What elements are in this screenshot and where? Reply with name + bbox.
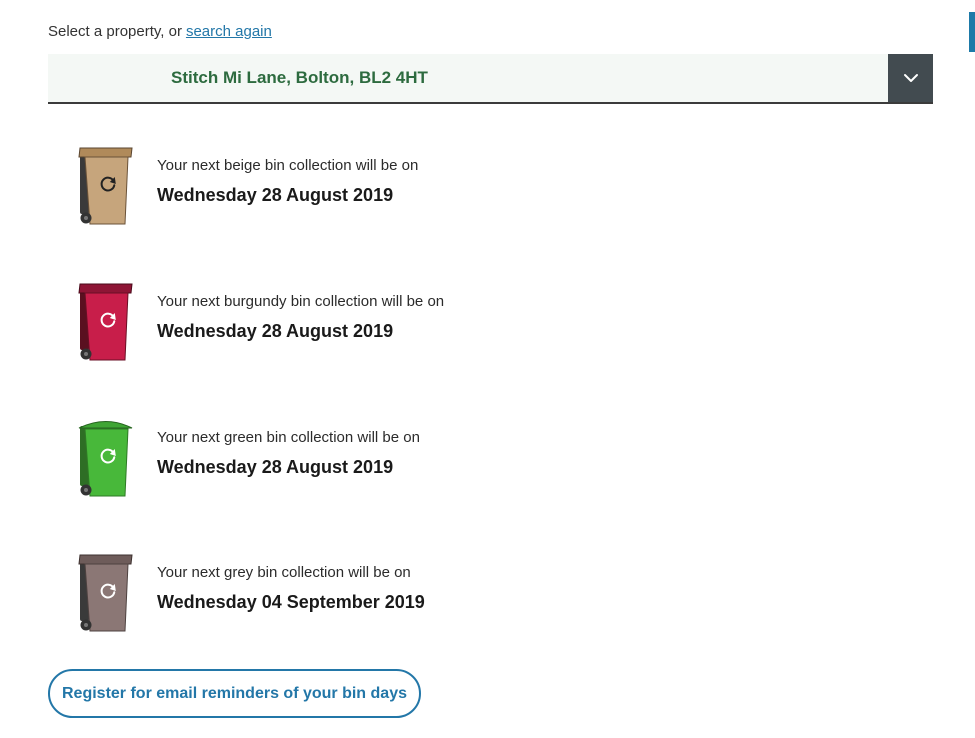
bin-collection-text: Your next green bin collection will be o…	[157, 428, 420, 479]
green-wheelie-bin-icon	[78, 421, 133, 497]
bin-collection-text: Your next grey bin collection will be on…	[157, 563, 425, 614]
bin-collection-date: Wednesday 28 August 2019	[157, 185, 394, 205]
burgundy-wheelie-bin-icon	[78, 283, 133, 361]
bin-collection-date: Wednesday 04 September 2019	[157, 592, 425, 612]
bin-collection-text: Your next burgundy bin collection will b…	[157, 292, 444, 343]
chevron-down-icon	[903, 74, 918, 82]
grey-wheelie-bin-icon	[78, 554, 133, 632]
bin-collection-message: Your next burgundy bin collection will b…	[157, 293, 445, 310]
bin-collection-burgundy: Your next burgundy bin collection will b…	[76, 280, 576, 364]
bin-collection-date: Wednesday 28 August 2019	[157, 321, 394, 341]
beige-wheelie-bin-icon	[78, 147, 133, 225]
selected-address: Stitch Mi Lane, Bolton, BL2 4HT	[171, 68, 428, 87]
register-email-reminders-button[interactable]: Register for email reminders of your bin…	[48, 669, 421, 718]
edge-accent-bar	[969, 12, 975, 52]
bin-collection-message: Your next green bin collection will be o…	[157, 429, 420, 446]
prompt-text: Select a property, or	[48, 23, 182, 40]
bin-collection-message: Your next beige bin collection will be o…	[157, 157, 419, 174]
bin-collection-green: Your next green bin collection will be o…	[76, 416, 576, 500]
property-select-prompt: Select a property, or search again	[48, 22, 272, 42]
search-again-link[interactable]: search again	[186, 23, 272, 40]
bin-collection-beige: Your next beige bin collection will be o…	[76, 144, 576, 228]
property-dropdown[interactable]: Stitch Mi Lane, Bolton, BL2 4HT	[48, 54, 933, 104]
bin-collection-message: Your next grey bin collection will be on	[157, 564, 411, 581]
bin-collection-date: Wednesday 28 August 2019	[157, 457, 394, 477]
bin-collection-text: Your next beige bin collection will be o…	[157, 156, 418, 207]
dropdown-toggle[interactable]	[888, 54, 933, 102]
bin-collection-grey: Your next grey bin collection will be on…	[76, 551, 576, 635]
